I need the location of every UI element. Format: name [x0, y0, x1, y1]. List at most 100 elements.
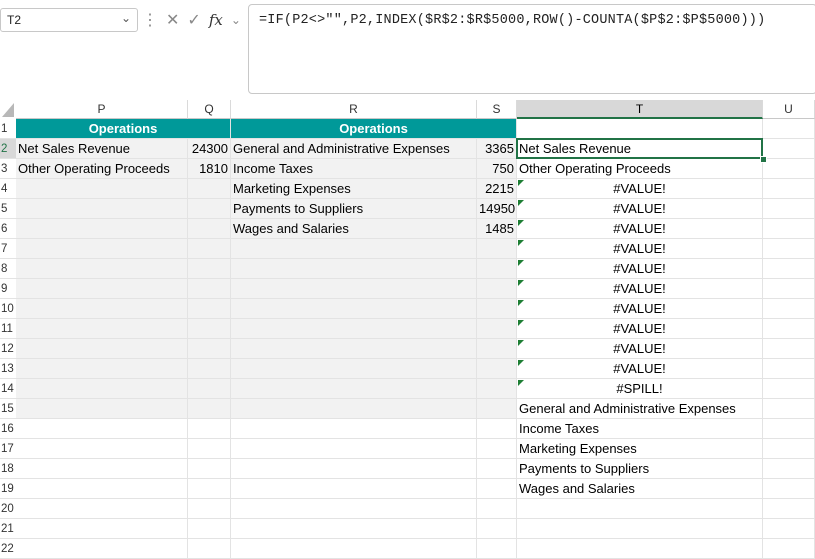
row-header-15[interactable]: 15 [0, 399, 16, 419]
select-all-corner[interactable] [0, 100, 16, 119]
error-indicator-icon[interactable] [518, 260, 524, 266]
cell-p1[interactable]: Operations [16, 119, 231, 139]
cell-r6[interactable]: Wages and Salaries [231, 219, 477, 239]
cell-q10[interactable] [188, 299, 231, 319]
error-indicator-icon[interactable] [518, 300, 524, 306]
error-indicator-icon[interactable] [518, 360, 524, 366]
cell-u13[interactable] [763, 359, 815, 379]
error-indicator-icon[interactable] [518, 340, 524, 346]
cell-s6[interactable]: 1485 [477, 219, 517, 239]
cell-u3[interactable] [763, 159, 815, 179]
error-indicator-icon[interactable] [518, 240, 524, 246]
row-header-17[interactable]: 17 [0, 439, 16, 459]
cell-p7[interactable] [16, 239, 188, 259]
cell-r5[interactable]: Payments to Suppliers [231, 199, 477, 219]
cell-r17[interactable] [231, 439, 477, 459]
cell-p13[interactable] [16, 359, 188, 379]
column-header-p[interactable]: P [16, 100, 188, 119]
cell-s19[interactable] [477, 479, 517, 499]
cell-u9[interactable] [763, 279, 815, 299]
row-header-11[interactable]: 11 [0, 319, 16, 339]
cell-q13[interactable] [188, 359, 231, 379]
cell-t12[interactable]: #VALUE! [517, 339, 763, 359]
chevron-down-icon[interactable]: ⌄ [121, 11, 131, 25]
cell-r13[interactable] [231, 359, 477, 379]
cell-r1[interactable]: Operations [231, 119, 517, 139]
row-header-9[interactable]: 9 [0, 279, 16, 299]
row-header-22[interactable]: 22 [0, 539, 16, 559]
spreadsheet-grid[interactable]: P Q R S T U 1 2 3 4 5 6 7 8 9 10 11 12 13 14 15 16 17 18 19 20 21 2… [0, 100, 815, 559]
cell-q12[interactable] [188, 339, 231, 359]
column-header-u[interactable]: U [763, 100, 815, 119]
name-box[interactable]: T2 ⌄ [0, 8, 138, 32]
cell-q6[interactable] [188, 219, 231, 239]
cell-s11[interactable] [477, 319, 517, 339]
cell-r14[interactable] [231, 379, 477, 399]
row-header-8[interactable]: 8 [0, 259, 16, 279]
cell-s20[interactable] [477, 499, 517, 519]
cell-s12[interactable] [477, 339, 517, 359]
row-header-20[interactable]: 20 [0, 499, 16, 519]
cell-u20[interactable] [763, 499, 815, 519]
cell-p16[interactable] [16, 419, 188, 439]
fill-handle[interactable] [760, 156, 767, 163]
cell-t9[interactable]: #VALUE! [517, 279, 763, 299]
cell-u12[interactable] [763, 339, 815, 359]
cell-u8[interactable] [763, 259, 815, 279]
more-icon[interactable]: ⋮ [142, 10, 158, 30]
chevron-down-icon[interactable]: ⌄ [231, 13, 241, 27]
cell-t15[interactable]: General and Administrative Expenses [517, 399, 763, 419]
cell-s3[interactable]: 750 [477, 159, 517, 179]
cell-q18[interactable] [188, 459, 231, 479]
cell-t4[interactable]: #VALUE! [517, 179, 763, 199]
cell-s4[interactable]: 2215 [477, 179, 517, 199]
cell-u5[interactable] [763, 199, 815, 219]
column-header-q[interactable]: Q [188, 100, 231, 119]
column-header-t[interactable]: T [517, 100, 763, 119]
cell-r11[interactable] [231, 319, 477, 339]
row-header-16[interactable]: 16 [0, 419, 16, 439]
cell-p4[interactable] [16, 179, 188, 199]
cell-p21[interactable] [16, 519, 188, 539]
cell-u14[interactable] [763, 379, 815, 399]
confirm-icon[interactable]: ✓ [187, 10, 200, 30]
cell-s2[interactable]: 3365 [477, 139, 517, 159]
error-indicator-icon[interactable] [518, 320, 524, 326]
cell-u15[interactable] [763, 399, 815, 419]
cell-u6[interactable] [763, 219, 815, 239]
cell-t10[interactable]: #VALUE! [517, 299, 763, 319]
cell-u11[interactable] [763, 319, 815, 339]
cell-t19[interactable]: Wages and Salaries [517, 479, 763, 499]
cell-t3[interactable]: Other Operating Proceeds [517, 159, 763, 179]
cell-r18[interactable] [231, 459, 477, 479]
cell-r22[interactable] [231, 539, 477, 559]
cell-t17[interactable]: Marketing Expenses [517, 439, 763, 459]
cell-t14[interactable]: #SPILL! [517, 379, 763, 399]
cell-r15[interactable] [231, 399, 477, 419]
cell-t20[interactable] [517, 499, 763, 519]
cell-p6[interactable] [16, 219, 188, 239]
cell-r2[interactable]: General and Administrative Expenses [231, 139, 477, 159]
cell-s13[interactable] [477, 359, 517, 379]
cell-p10[interactable] [16, 299, 188, 319]
cell-u17[interactable] [763, 439, 815, 459]
cell-s17[interactable] [477, 439, 517, 459]
cell-s7[interactable] [477, 239, 517, 259]
row-header-3[interactable]: 3 [0, 159, 16, 179]
cell-q20[interactable] [188, 499, 231, 519]
cell-u18[interactable] [763, 459, 815, 479]
cell-q17[interactable] [188, 439, 231, 459]
cell-t5[interactable]: #VALUE! [517, 199, 763, 219]
cell-r10[interactable] [231, 299, 477, 319]
cell-t6[interactable]: #VALUE! [517, 219, 763, 239]
row-header-10[interactable]: 10 [0, 299, 16, 319]
row-header-13[interactable]: 13 [0, 359, 16, 379]
cell-p11[interactable] [16, 319, 188, 339]
cell-u19[interactable] [763, 479, 815, 499]
row-header-18[interactable]: 18 [0, 459, 16, 479]
cell-r4[interactable]: Marketing Expenses [231, 179, 477, 199]
cell-u2[interactable] [763, 139, 815, 159]
cell-t8[interactable]: #VALUE! [517, 259, 763, 279]
cell-r21[interactable] [231, 519, 477, 539]
cell-q16[interactable] [188, 419, 231, 439]
